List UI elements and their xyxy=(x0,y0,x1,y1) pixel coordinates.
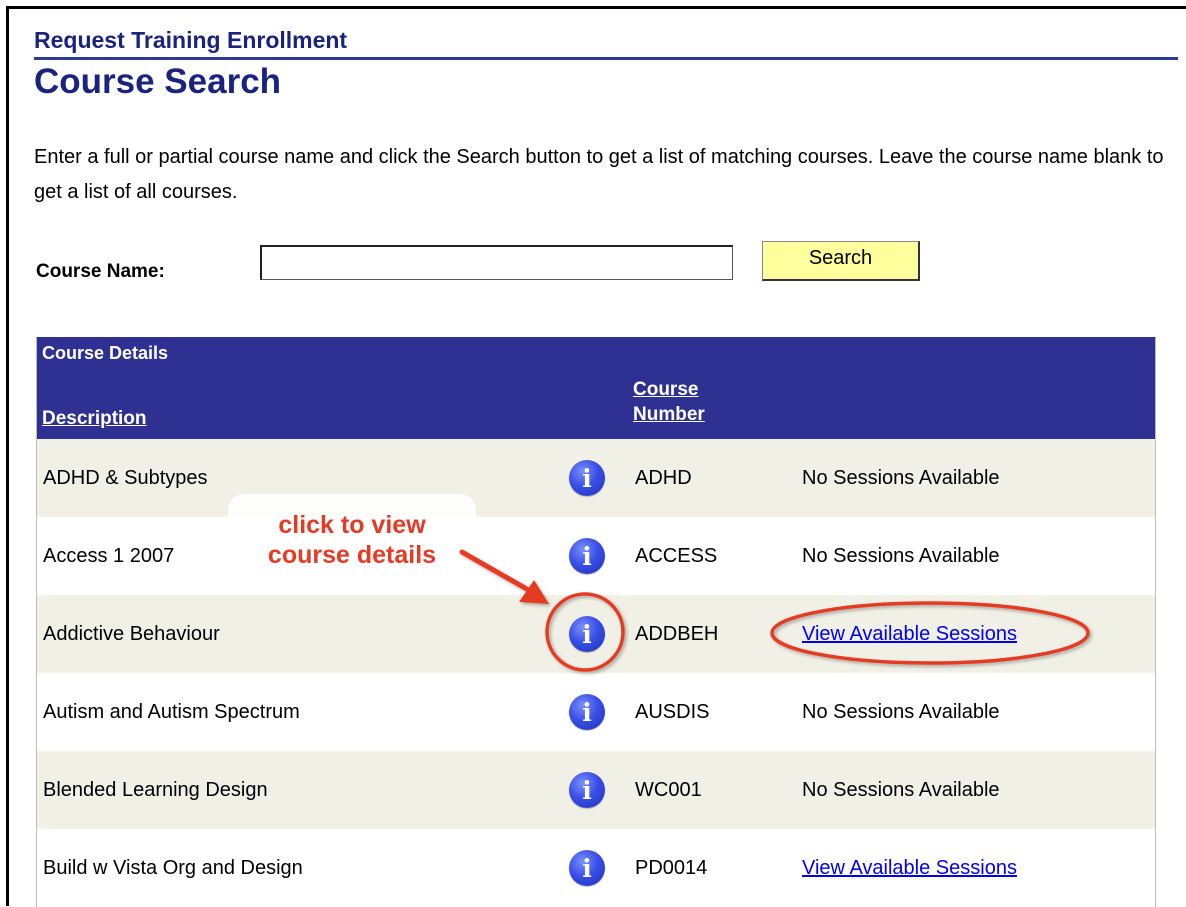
page-title: Course Search xyxy=(34,62,282,101)
course-description: Blended Learning Design xyxy=(43,779,268,801)
course-name-input[interactable] xyxy=(260,245,733,280)
column-header-course-number[interactable]: Course Number xyxy=(633,377,705,427)
info-icon[interactable]: i xyxy=(569,616,605,652)
callout-line-2: course details xyxy=(267,541,437,569)
info-icon[interactable]: i xyxy=(569,772,605,808)
grid-caption: Course Details xyxy=(42,343,169,363)
course-description: Autism and Autism Spectrum xyxy=(43,701,300,723)
table-row: ADHD & Subtypes i ADHD No Sessions Avail… xyxy=(37,439,1155,517)
course-number: AUSDIS xyxy=(635,701,710,723)
table-row: Autism and Autism Spectrum i AUSDIS No S… xyxy=(37,673,1155,751)
view-available-sessions-link[interactable]: View Available Sessions xyxy=(802,829,1017,907)
table-row: Build w Vista Org and Design i PD0014 Vi… xyxy=(37,829,1155,907)
course-number: WC001 xyxy=(635,779,702,801)
course-number: ADHD xyxy=(635,467,692,489)
course-name-label: Course Name: xyxy=(36,261,165,282)
sessions-status: No Sessions Available xyxy=(802,545,1000,567)
column-header-course-number-line2: Number xyxy=(633,404,705,425)
column-header-course-number-line1: Course xyxy=(633,379,699,400)
info-icon[interactable]: i xyxy=(569,694,605,730)
course-number: ACCESS xyxy=(635,545,718,567)
sessions-status: No Sessions Available xyxy=(802,467,1000,489)
course-description: Addictive Behaviour xyxy=(43,623,220,645)
title-divider xyxy=(34,57,1178,60)
instructions-text: Enter a full or partial course name and … xyxy=(34,146,1164,203)
search-button[interactable]: Search xyxy=(762,241,920,281)
course-description: Build w Vista Org and Design xyxy=(43,857,303,879)
info-icon[interactable]: i xyxy=(569,460,605,496)
course-number: PD0014 xyxy=(635,857,708,879)
course-number: ADDBEH xyxy=(635,623,719,645)
course-description: ADHD & Subtypes xyxy=(43,467,208,489)
course-details-grid: Course Details Description Course Number… xyxy=(36,337,1156,907)
info-icon[interactable]: i xyxy=(569,850,605,886)
view-available-sessions-link[interactable]: View Available Sessions xyxy=(802,595,1017,673)
sessions-status: No Sessions Available xyxy=(802,779,1000,801)
callout-text: click to view course details xyxy=(228,510,476,570)
table-row: Addictive Behaviour i ADDBEH View Availa… xyxy=(37,595,1155,673)
callout-line-1: click to view xyxy=(278,511,426,539)
sessions-status: No Sessions Available xyxy=(802,701,1000,723)
table-row: Blended Learning Design i WC001 No Sessi… xyxy=(37,751,1155,829)
grid-header: Course Details Description Course Number xyxy=(37,337,1155,439)
info-icon[interactable]: i xyxy=(569,538,605,574)
course-description: Access 1 2007 xyxy=(43,545,175,567)
page-subtitle: Request Training Enrollment xyxy=(34,27,348,53)
table-row: Access 1 2007 i ACCESS No Sessions Avail… xyxy=(37,517,1155,595)
column-header-description[interactable]: Description xyxy=(42,406,147,431)
